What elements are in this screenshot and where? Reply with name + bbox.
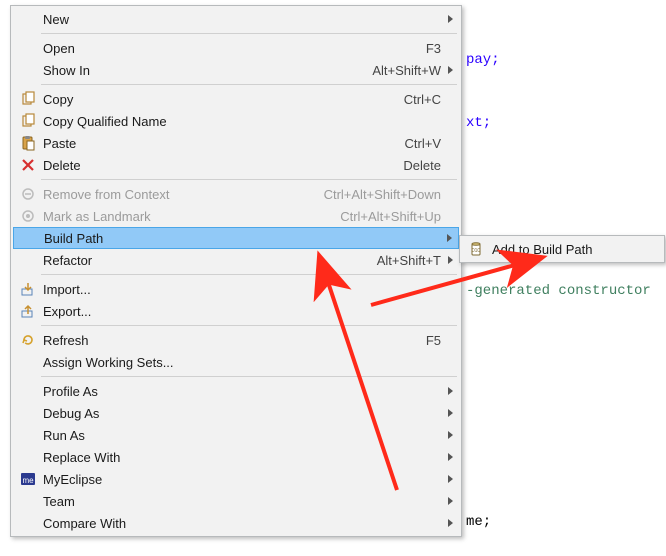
menu-label: Paste	[39, 136, 393, 151]
export-icon	[17, 303, 39, 319]
menu-item-assign-working-sets[interactable]: Assign Working Sets...	[13, 351, 459, 373]
import-icon	[17, 281, 39, 297]
menu-label: Assign Working Sets...	[39, 355, 441, 370]
menu-separator	[41, 376, 457, 377]
menu-label: Show In	[39, 63, 360, 78]
menu-label: Remove from Context	[39, 187, 312, 202]
menu-item-profile-as[interactable]: Profile As	[13, 380, 459, 402]
submenu-arrow-icon	[447, 234, 452, 242]
menu-label: Add to Build Path	[488, 242, 644, 257]
submenu-arrow-icon	[448, 431, 453, 439]
menu-label: Copy Qualified Name	[39, 114, 441, 129]
menu-item-remove-from-context: Remove from Context Ctrl+Alt+Shift+Down	[13, 183, 459, 205]
menu-item-myeclipse[interactable]: me MyEclipse	[13, 468, 459, 490]
build-path-submenu: 010 Add to Build Path	[459, 235, 665, 263]
menu-label: Profile As	[39, 384, 441, 399]
paste-icon	[17, 135, 39, 151]
menu-separator	[41, 33, 457, 34]
menu-item-open[interactable]: Open F3	[13, 37, 459, 59]
menu-label: Refactor	[39, 253, 365, 268]
menu-item-copy[interactable]: Copy Ctrl+C	[13, 88, 459, 110]
menu-shortcut: Ctrl+C	[392, 92, 441, 107]
remove-context-icon	[17, 186, 39, 202]
menu-separator	[41, 84, 457, 85]
menu-shortcut: Alt+Shift+T	[365, 253, 441, 268]
refresh-icon	[17, 332, 39, 348]
menu-item-paste[interactable]: Paste Ctrl+V	[13, 132, 459, 154]
menu-item-run-as[interactable]: Run As	[13, 424, 459, 446]
svg-text:me: me	[22, 476, 34, 485]
menu-item-new[interactable]: New	[13, 8, 459, 30]
menu-shortcut: F5	[414, 333, 441, 348]
menu-item-copy-qualified-name[interactable]: Copy Qualified Name	[13, 110, 459, 132]
menu-separator	[41, 325, 457, 326]
menu-item-compare-with[interactable]: Compare With	[13, 512, 459, 534]
submenu-arrow-icon	[448, 15, 453, 23]
submenu-item-add-to-build-path[interactable]: 010 Add to Build Path	[462, 238, 662, 260]
submenu-arrow-icon	[448, 409, 453, 417]
menu-item-refactor[interactable]: Refactor Alt+Shift+T	[13, 249, 459, 271]
menu-item-build-path[interactable]: Build Path	[13, 227, 459, 249]
menu-label: Debug As	[39, 406, 441, 421]
menu-label: Team	[39, 494, 441, 509]
submenu-arrow-icon	[448, 66, 453, 74]
menu-shortcut: Delete	[391, 158, 441, 173]
menu-label: MyEclipse	[39, 472, 441, 487]
menu-shortcut: Ctrl+V	[393, 136, 441, 151]
menu-item-team[interactable]: Team	[13, 490, 459, 512]
submenu-arrow-icon	[448, 497, 453, 505]
menu-item-import[interactable]: Import...	[13, 278, 459, 300]
menu-label: New	[39, 12, 441, 27]
menu-label: Replace With	[39, 450, 441, 465]
menu-label: Delete	[39, 158, 391, 173]
submenu-arrow-icon	[448, 475, 453, 483]
menu-item-show-in[interactable]: Show In Alt+Shift+W	[13, 59, 459, 81]
menu-shortcut: Ctrl+Alt+Shift+Up	[328, 209, 441, 224]
menu-label: Run As	[39, 428, 441, 443]
menu-label: Export...	[39, 304, 441, 319]
submenu-arrow-icon	[448, 453, 453, 461]
submenu-arrow-icon	[448, 387, 453, 395]
submenu-arrow-icon	[448, 256, 453, 264]
menu-item-debug-as[interactable]: Debug As	[13, 402, 459, 424]
menu-label: Refresh	[39, 333, 414, 348]
landmark-icon	[17, 208, 39, 224]
menu-label: Compare With	[39, 516, 441, 531]
menu-item-refresh[interactable]: Refresh F5	[13, 329, 459, 351]
menu-item-replace-with[interactable]: Replace With	[13, 446, 459, 468]
menu-shortcut: Alt+Shift+W	[360, 63, 441, 78]
copy-qualified-icon	[17, 113, 39, 129]
menu-item-mark-as-landmark: Mark as Landmark Ctrl+Alt+Shift+Up	[13, 205, 459, 227]
submenu-arrow-icon	[448, 519, 453, 527]
copy-icon	[17, 91, 39, 107]
svg-text:010: 010	[472, 248, 481, 254]
delete-icon	[17, 157, 39, 173]
menu-item-export[interactable]: Export...	[13, 300, 459, 322]
menu-label: Open	[39, 41, 414, 56]
menu-label: Copy	[39, 92, 392, 107]
context-menu: New Open F3 Show In Alt+Shift+W Copy Ctr…	[10, 5, 462, 537]
jar-add-icon: 010	[466, 241, 488, 257]
menu-shortcut: F3	[414, 41, 441, 56]
menu-label: Import...	[39, 282, 441, 297]
myeclipse-icon: me	[17, 471, 39, 487]
menu-shortcut: Ctrl+Alt+Shift+Down	[312, 187, 441, 202]
menu-label: Build Path	[40, 231, 440, 246]
menu-item-delete[interactable]: Delete Delete	[13, 154, 459, 176]
menu-separator	[41, 179, 457, 180]
menu-separator	[41, 274, 457, 275]
menu-label: Mark as Landmark	[39, 209, 328, 224]
